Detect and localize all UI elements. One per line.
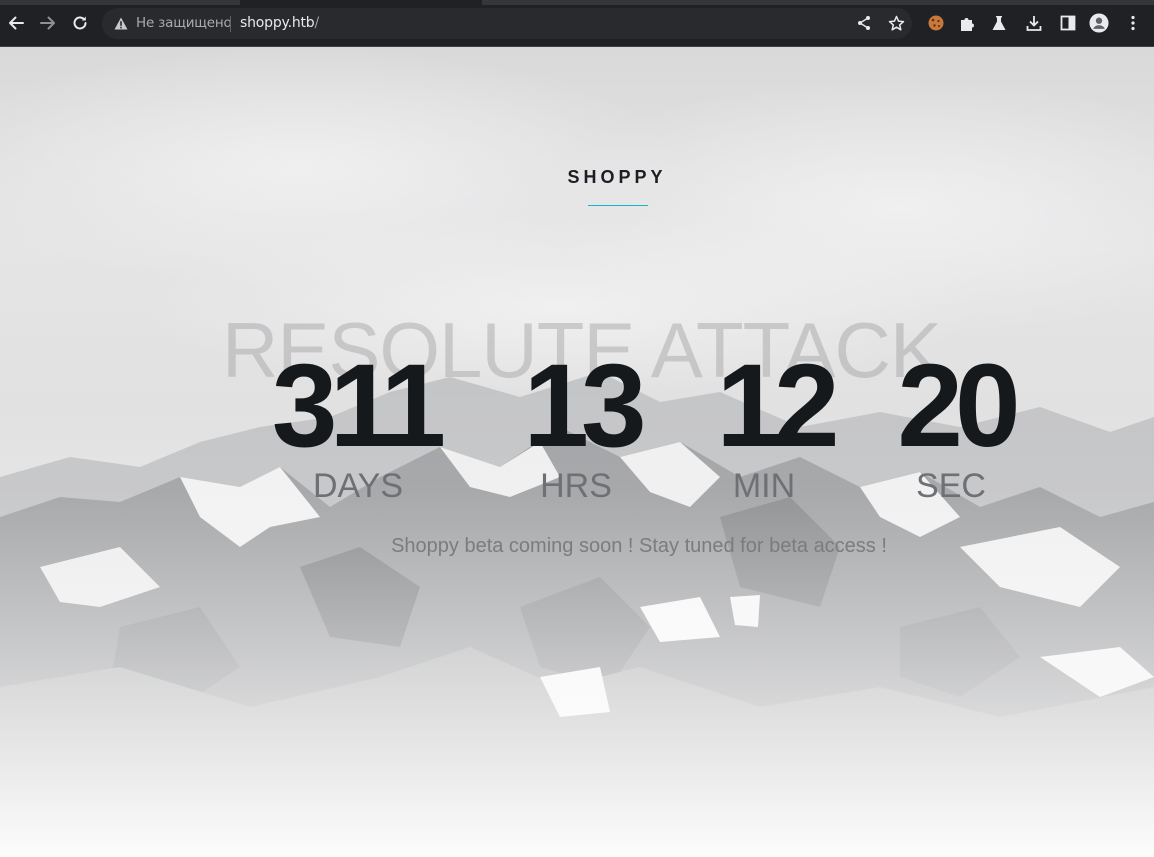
countdown-hours-label: HRS (540, 467, 612, 505)
security-status-label[interactable]: Не защищено (136, 15, 232, 31)
cookie-extension-icon[interactable] (926, 13, 946, 33)
star-icon[interactable] (886, 13, 906, 33)
url-text[interactable]: shoppy.htb/ (240, 15, 319, 31)
countdown-seconds-value: 20 (897, 340, 1020, 472)
reload-button[interactable] (69, 12, 91, 34)
active-tab-edge[interactable] (0, 0, 240, 5)
profile-icon[interactable] (1089, 13, 1109, 33)
warning-icon[interactable] (114, 17, 128, 30)
back-button[interactable] (5, 12, 27, 34)
back-icon (9, 16, 24, 30)
side-panel-icon[interactable] (1058, 13, 1078, 33)
url-host: shoppy.htb (240, 15, 315, 31)
countdown-seconds-label: SEC (916, 467, 986, 505)
inactive-tab-edge[interactable] (482, 0, 1154, 5)
countdown-days-value: 311 (271, 340, 446, 472)
page-viewport: SHOPPY RESOLUTE ATTACK 311 13 12 20 DAYS… (0, 47, 1154, 857)
kebab-menu-icon[interactable] (1123, 13, 1143, 33)
brand-underline (588, 205, 648, 206)
url-divider (230, 16, 231, 32)
coming-soon-tagline: Shoppy beta coming soon ! Stay tuned for… (391, 535, 887, 557)
share-icon[interactable] (854, 13, 874, 33)
reload-icon (73, 16, 87, 30)
forward-button[interactable] (37, 12, 59, 34)
flask-labs-icon[interactable] (989, 13, 1009, 33)
url-path: / (314, 15, 320, 31)
puzzle-extensions-icon[interactable] (957, 13, 977, 33)
forward-icon (40, 16, 55, 30)
countdown-hours-value: 13 (523, 340, 646, 472)
download-icon[interactable] (1024, 13, 1044, 33)
brand-title: SHOPPY (567, 167, 667, 187)
browser-toolbar: Не защищено shoppy.htb/ (0, 0, 1154, 47)
countdown-days-label: DAYS (312, 467, 404, 505)
address-bar[interactable]: Не защищено shoppy.htb/ (102, 8, 912, 39)
